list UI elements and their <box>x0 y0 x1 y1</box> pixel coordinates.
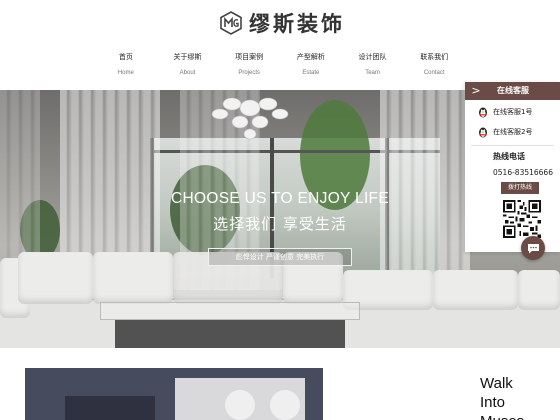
nav-sublabel: Team <box>365 70 380 76</box>
qq-penguin-icon <box>479 127 487 138</box>
coffee-table <box>100 302 360 320</box>
nav-label: 产型解析 <box>296 53 325 61</box>
sofa-cushion <box>433 270 518 310</box>
nav-label: 关于缪斯 <box>173 53 202 61</box>
coffee-table-base <box>115 320 345 348</box>
nav-item-estate[interactable]: 产型解析 Estate <box>280 52 342 77</box>
hotline-label: 热线电话 <box>493 152 525 161</box>
cs-agent-label: 在线客服2号 <box>493 128 533 136</box>
about-heading-line: Walk <box>480 375 513 392</box>
qq-penguin-icon <box>479 107 487 118</box>
cs-agent-1[interactable]: 在线客服1号 <box>465 102 560 122</box>
nav-sublabel: Estate <box>302 70 320 76</box>
chat-bubble-icon <box>527 243 539 253</box>
nav-sublabel: About <box>179 70 196 76</box>
hotline-number: 0516-83516666 <box>493 168 553 177</box>
cs-agent-label: 在线客服1号 <box>493 108 533 116</box>
site-header: 缪斯装饰 首页 Home 关于缪斯 About 项目案例 Projects 产型… <box>0 0 560 90</box>
main-nav: 首页 Home 关于缪斯 About 项目案例 Projects 产型解析 Es… <box>95 52 465 77</box>
cs-agent-2[interactable]: 在线客服2号 <box>465 122 560 142</box>
sofa-cushion <box>93 252 173 304</box>
nav-sublabel: Home <box>117 70 134 76</box>
customer-service-panel: > 在线客服 在线客服1号 在线客服2号 热线电话 0516-83516666 … <box>465 82 560 252</box>
nav-sublabel: Contact <box>423 70 445 76</box>
chandelier-image <box>211 97 289 140</box>
cs-panel-header: > 在线客服 <box>465 82 560 100</box>
hero-cta-button[interactable]: 彪悍设计 严谨创意 完美执行 <box>208 248 352 266</box>
qr-code-icon <box>503 200 541 238</box>
brand-name: 缪斯装饰 <box>249 11 345 36</box>
logo-mark-icon <box>220 11 242 35</box>
chat-button[interactable] <box>521 236 545 260</box>
about-image-artwork <box>65 396 155 420</box>
about-heading-line: Muses <box>480 412 540 420</box>
cs-panel-title: 在线客服 <box>487 82 560 100</box>
nav-item-about[interactable]: 关于缪斯 About <box>157 52 219 77</box>
nav-item-home[interactable]: 首页 Home <box>95 52 157 77</box>
nav-label: 设计团队 <box>358 53 387 61</box>
call-hotline-button[interactable]: 拨打热线 <box>501 182 539 194</box>
about-heading-line: Into <box>480 394 506 411</box>
about-image-lamp <box>225 390 255 420</box>
sofa-cushion <box>18 252 93 304</box>
nav-label: 首页 <box>118 53 133 61</box>
nav-label: 项目案例 <box>235 53 264 61</box>
cs-divider <box>471 145 554 146</box>
cs-collapse-button[interactable]: > <box>465 82 487 100</box>
nav-item-projects[interactable]: 项目案例 Projects <box>218 52 280 77</box>
about-image-lamp <box>270 390 300 420</box>
about-heading: Walk Into Muses <box>480 374 540 420</box>
site-logo[interactable]: 缪斯装饰 <box>219 8 345 38</box>
about-image <box>25 368 323 420</box>
nav-sublabel: Projects <box>238 70 261 76</box>
nav-label: 联系我们 <box>420 53 449 61</box>
nav-item-team[interactable]: 设计团队 Team <box>342 52 404 77</box>
nav-item-contact[interactable]: 联系我们 Contact <box>403 52 465 77</box>
sofa-cushion <box>518 270 560 310</box>
